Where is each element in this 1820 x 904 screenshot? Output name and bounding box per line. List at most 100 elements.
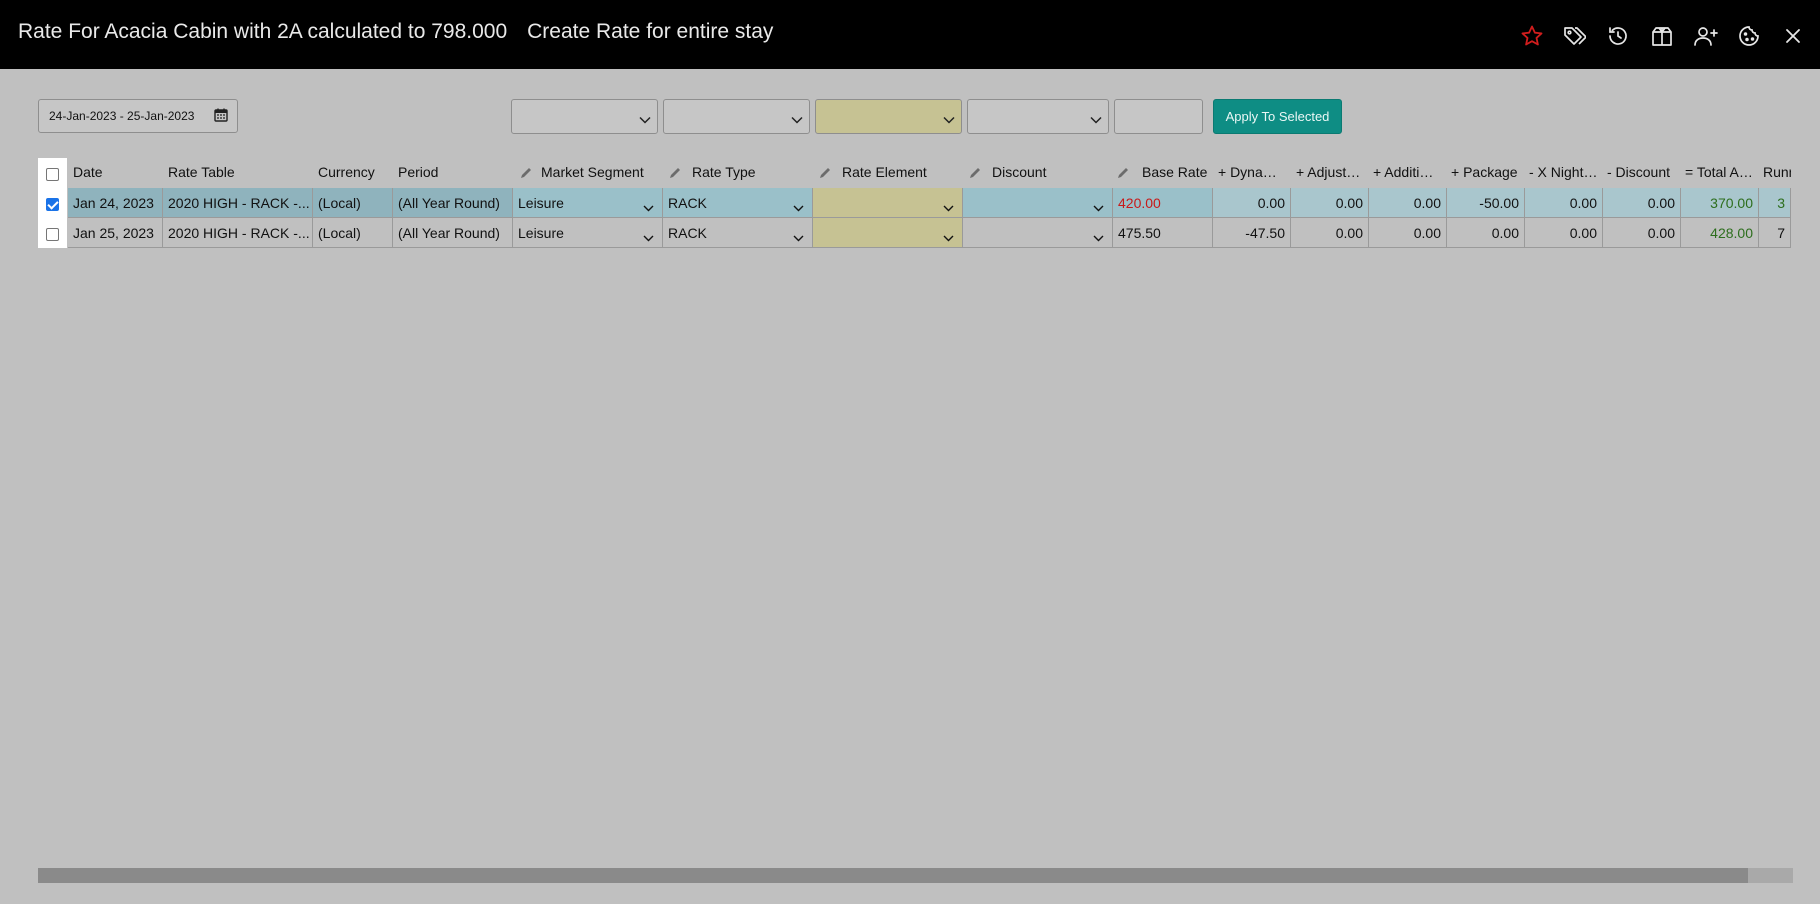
apply-to-selected-button[interactable]: Apply To Selected — [1213, 99, 1342, 134]
header-date[interactable]: Date — [73, 164, 103, 180]
checkbox-column — [38, 158, 67, 248]
package-icon[interactable] — [1649, 23, 1675, 49]
cell-total-amount: 370.00 — [1681, 188, 1759, 218]
header-dynamic[interactable]: + Dyna… — [1218, 164, 1277, 180]
cell-additional: 0.00 — [1369, 188, 1447, 218]
market-segment-value: Leisure — [518, 224, 564, 241]
market-segment-select[interactable] — [511, 99, 658, 134]
cell-adjust: 0.00 — [1291, 188, 1369, 218]
chevron-down-icon — [1090, 111, 1102, 129]
base-rate-input[interactable] — [1114, 99, 1203, 134]
rate-type-select[interactable] — [663, 99, 810, 134]
title-bar: Rate For Acacia Cabin with 2A calculated… — [0, 0, 1820, 69]
discount-select[interactable] — [967, 99, 1109, 134]
pencil-icon[interactable] — [1116, 166, 1130, 185]
cell-date: Jan 24, 2023 — [68, 188, 163, 218]
market-segment-cell-select[interactable]: Leisure — [513, 218, 663, 248]
chevron-down-icon — [1093, 199, 1104, 215]
header-additional[interactable]: + Additi… — [1373, 164, 1433, 180]
rate-element-cell-select[interactable] — [813, 188, 963, 218]
rate-element-cell-select[interactable] — [813, 218, 963, 248]
cell-total-amount: 428.00 — [1681, 218, 1759, 248]
pencil-icon[interactable] — [519, 166, 533, 185]
cell-dynamic: -47.50 — [1213, 218, 1291, 248]
tags-icon[interactable] — [1561, 23, 1587, 49]
cell-package: -50.00 — [1447, 188, 1525, 218]
chevron-down-icon — [643, 199, 654, 215]
chevron-down-icon — [1093, 229, 1104, 245]
cell-rate-table: 2020 HIGH - RACK -... — [163, 188, 313, 218]
discount-cell-select[interactable] — [963, 218, 1113, 248]
header-market-segment[interactable]: Market Segment — [541, 164, 644, 180]
scrollbar-thumb[interactable] — [38, 868, 1748, 883]
rate-type-value: RACK — [668, 224, 707, 241]
header-base-rate[interactable]: Base Rate — [1142, 164, 1207, 180]
header-total-amount[interactable]: = Total A… — [1685, 164, 1753, 180]
table-row[interactable]: Jan 24, 2023 2020 HIGH - RACK -... (Loca… — [68, 188, 1791, 218]
date-range-picker[interactable]: 24-Jan-2023 - 25-Jan-2023 — [38, 99, 238, 133]
rate-title: Rate For Acacia Cabin with 2A calculated… — [18, 20, 508, 43]
rate-type-cell-select[interactable]: RACK — [663, 218, 813, 248]
table-row[interactable]: Jan 25, 2023 2020 HIGH - RACK -... (Loca… — [68, 218, 1791, 248]
calendar-icon[interactable] — [214, 108, 228, 125]
row-checkbox[interactable] — [46, 198, 59, 211]
star-icon[interactable] — [1519, 23, 1545, 49]
chevron-down-icon — [791, 111, 803, 129]
rate-type-cell-select[interactable]: RACK — [663, 188, 813, 218]
horizontal-scrollbar[interactable] — [38, 868, 1793, 883]
header-discount-amount[interactable]: - Discount — [1607, 164, 1670, 180]
pencil-icon[interactable] — [668, 166, 682, 185]
date-range-value: 24-Jan-2023 - 25-Jan-2023 — [49, 109, 195, 123]
chevron-down-icon — [643, 229, 654, 245]
cell-adjust: 0.00 — [1291, 218, 1369, 248]
cell-currency: (Local) — [313, 188, 393, 218]
cell-running-total: 7 — [1759, 218, 1791, 248]
base-rate-cell-input[interactable]: 420.00 — [1113, 188, 1213, 218]
chevron-down-icon — [639, 111, 651, 129]
header-rate-type[interactable]: Rate Type — [692, 164, 756, 180]
chevron-down-icon — [793, 229, 804, 245]
pencil-icon[interactable] — [818, 166, 832, 185]
chevron-down-icon — [943, 111, 955, 129]
cell-date: Jan 25, 2023 — [68, 218, 163, 248]
rates-grid: Date Rate Table Currency Period Market S… — [38, 158, 1791, 248]
rate-type-value: RACK — [668, 194, 707, 211]
cell-discount-amount: 0.00 — [1603, 188, 1681, 218]
history-icon[interactable] — [1605, 23, 1631, 49]
chevron-down-icon — [793, 199, 804, 215]
row-checkbox[interactable] — [46, 228, 59, 241]
cell-discount-amount: 0.00 — [1603, 218, 1681, 248]
cell-x-nights: 0.00 — [1525, 218, 1603, 248]
chevron-down-icon — [943, 229, 954, 245]
discount-cell-select[interactable] — [963, 188, 1113, 218]
cell-dynamic: 0.00 — [1213, 188, 1291, 218]
header-discount[interactable]: Discount — [992, 164, 1046, 180]
market-segment-value: Leisure — [518, 194, 564, 211]
cell-x-nights: 0.00 — [1525, 188, 1603, 218]
cell-currency: (Local) — [313, 218, 393, 248]
pencil-icon[interactable] — [968, 166, 982, 185]
window-title: Rate For Acacia Cabin with 2A calculated… — [18, 20, 773, 44]
header-adjust[interactable]: + Adjust… — [1296, 164, 1360, 180]
cell-period: (All Year Round) — [393, 188, 513, 218]
header-currency[interactable]: Currency — [318, 164, 375, 180]
cell-running-total: 3 — [1759, 188, 1791, 218]
cell-rate-table: 2020 HIGH - RACK -... — [163, 218, 313, 248]
header-package[interactable]: + Package — [1451, 164, 1518, 180]
cookie-icon[interactable] — [1736, 23, 1762, 49]
cell-period: (All Year Round) — [393, 218, 513, 248]
header-rate-table[interactable]: Rate Table — [168, 164, 235, 180]
market-segment-cell-select[interactable]: Leisure — [513, 188, 663, 218]
cell-package: 0.00 — [1447, 218, 1525, 248]
rate-element-select[interactable] — [815, 99, 962, 134]
header-rate-element[interactable]: Rate Element — [842, 164, 927, 180]
header-x-nights[interactable]: - X Night… — [1529, 164, 1597, 180]
header-running-total[interactable]: Runn — [1763, 164, 1791, 180]
header-period[interactable]: Period — [398, 164, 438, 180]
select-all-checkbox[interactable] — [46, 168, 59, 181]
add-guest-icon[interactable] — [1693, 23, 1719, 49]
close-icon[interactable] — [1780, 23, 1806, 49]
cell-additional: 0.00 — [1369, 218, 1447, 248]
base-rate-cell-input[interactable]: 475.50 — [1113, 218, 1213, 248]
chevron-down-icon — [943, 199, 954, 215]
